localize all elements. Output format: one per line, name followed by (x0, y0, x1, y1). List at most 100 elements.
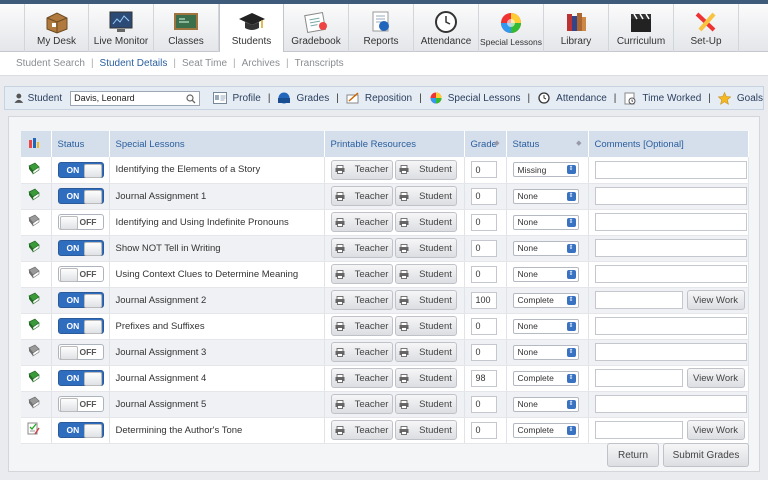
status-select[interactable]: None ⇕ (512, 396, 579, 412)
view-work-button[interactable]: View Work (686, 420, 745, 440)
student-search-input[interactable]: Davis, Leonard (70, 90, 200, 106)
teacher-print-button[interactable]: Teacher (330, 159, 393, 180)
comment-input[interactable] (594, 239, 747, 257)
attendance-link[interactable]: Attendance (537, 91, 607, 105)
status-select[interactable]: Complete ⇕ (512, 370, 579, 386)
view-work-button[interactable]: View Work (686, 368, 745, 388)
grade-input[interactable]: 0 (470, 239, 497, 257)
teacher-print-button[interactable]: Teacher (330, 290, 393, 310)
nav-my-desk[interactable]: My Desk (24, 4, 89, 52)
nav-attendance[interactable]: Attendance (414, 4, 479, 52)
grade-input[interactable]: 0 (470, 343, 497, 361)
return-button[interactable]: Return (607, 443, 659, 467)
status-select[interactable]: None ⇕ (512, 318, 579, 334)
subnav-seat-time[interactable]: Seat Time (182, 58, 227, 69)
grade-input[interactable]: 0 (470, 161, 497, 179)
teacher-print-button[interactable]: Teacher (330, 316, 393, 336)
reposition-link[interactable]: Reposition (346, 91, 412, 105)
grade-input[interactable]: 0 (470, 265, 497, 283)
comment-input[interactable] (594, 421, 683, 439)
comment-input[interactable] (594, 213, 747, 231)
student-print-button[interactable]: Student (394, 186, 457, 206)
special-lessons-link[interactable]: Special Lessons (429, 91, 521, 105)
student-print-button[interactable]: Student (394, 212, 457, 232)
status-toggle[interactable]: ON (57, 422, 104, 438)
subnav-student-search[interactable]: Student Search (16, 58, 85, 69)
teacher-print-button[interactable]: Teacher (330, 420, 393, 440)
header-grade[interactable]: Grade ◆ (464, 131, 507, 157)
status-toggle[interactable]: OFF (57, 266, 104, 282)
nav-library[interactable]: Library (544, 4, 609, 52)
teacher-print-button[interactable]: Teacher (330, 394, 393, 414)
profile-link[interactable]: Profile (213, 91, 261, 105)
status-select[interactable]: Missing ⇕ (512, 162, 579, 178)
status-toggle[interactable]: ON (57, 370, 104, 386)
student-print-button[interactable]: Student (394, 238, 457, 258)
nav-set-up[interactable]: Set-Up (674, 4, 739, 52)
grades-link[interactable]: Grades (277, 91, 329, 105)
student-print-button[interactable]: Student (394, 290, 457, 310)
student-print-button[interactable]: Student (394, 368, 457, 388)
view-work-button[interactable]: View Work (686, 290, 745, 310)
status-toggle[interactable]: OFF (57, 344, 104, 360)
subnav-transcripts[interactable]: Transcripts (295, 58, 344, 69)
status-toggle[interactable]: ON (57, 292, 104, 308)
status-toggle[interactable]: ON (57, 161, 104, 178)
teacher-print-button[interactable]: Teacher (330, 212, 393, 232)
nav-live-monitor[interactable]: Live Monitor (89, 4, 154, 52)
status-toggle[interactable]: ON (57, 240, 104, 256)
comment-input[interactable] (594, 160, 747, 179)
student-print-button[interactable]: Student (394, 342, 457, 362)
status-toggle[interactable]: OFF (57, 396, 104, 412)
comment-input[interactable] (594, 369, 683, 387)
nav-reports[interactable]: Reports (349, 4, 414, 52)
grade-input[interactable]: 100 (470, 291, 497, 309)
grade-input[interactable]: 0 (470, 317, 497, 335)
nav-classes[interactable]: Classes (154, 4, 219, 52)
nav-curriculum[interactable]: Curriculum (609, 4, 674, 52)
grade-input[interactable]: 0 (470, 395, 497, 413)
header-special-lessons[interactable]: Special Lessons (109, 131, 325, 157)
status-toggle[interactable]: ON (57, 318, 104, 334)
grade-input[interactable]: 98 (470, 369, 497, 387)
status-toggle[interactable]: OFF (57, 214, 104, 230)
teacher-print-button[interactable]: Teacher (330, 342, 393, 362)
goals-link[interactable]: Goals (718, 91, 763, 105)
time-worked-link[interactable]: Time Worked (623, 91, 701, 105)
comment-input[interactable] (594, 317, 747, 335)
nav-gradebook[interactable]: Gradebook (284, 4, 349, 52)
student-print-button[interactable]: Student (394, 394, 457, 414)
nav-special-lessons[interactable]: Special Lessons (479, 4, 544, 52)
header-status-2[interactable]: Status ◆ (506, 131, 589, 157)
student-print-button[interactable]: Student (394, 316, 457, 336)
comment-input[interactable] (594, 395, 747, 413)
grade-input[interactable]: 0 (470, 187, 497, 205)
status-select[interactable]: Complete ⇕ (512, 292, 579, 308)
status-toggle[interactable]: ON (57, 188, 104, 204)
status-select[interactable]: None ⇕ (512, 188, 579, 204)
student-print-button[interactable]: Student (394, 420, 457, 440)
submit-grades-button[interactable]: Submit Grades (663, 443, 749, 467)
teacher-print-button[interactable]: Teacher (330, 238, 393, 258)
comment-input[interactable] (594, 343, 747, 361)
student-print-button[interactable]: Student (394, 264, 457, 284)
search-icon[interactable] (186, 93, 196, 104)
status-select[interactable]: Complete ⇕ (512, 422, 579, 438)
subnav-archives[interactable]: Archives (242, 58, 280, 69)
status-select[interactable]: None ⇕ (512, 214, 579, 230)
status-select[interactable]: None ⇕ (512, 240, 579, 256)
status-select[interactable]: None ⇕ (512, 266, 579, 282)
teacher-print-button[interactable]: Teacher (330, 368, 393, 388)
teacher-print-button[interactable]: Teacher (330, 264, 393, 284)
comment-input[interactable] (594, 265, 747, 283)
teacher-print-button[interactable]: Teacher (330, 186, 393, 206)
comment-input[interactable] (594, 187, 747, 205)
nav-students[interactable]: Students (219, 4, 284, 52)
status-select[interactable]: None ⇕ (512, 344, 579, 360)
student-print-button[interactable]: Student (394, 159, 457, 180)
comment-input[interactable] (594, 291, 683, 309)
header-status[interactable]: Status (51, 131, 110, 157)
grade-input[interactable]: 0 (470, 421, 497, 439)
grade-input[interactable]: 0 (470, 213, 497, 231)
subnav-student-details[interactable]: Student Details (100, 58, 168, 69)
